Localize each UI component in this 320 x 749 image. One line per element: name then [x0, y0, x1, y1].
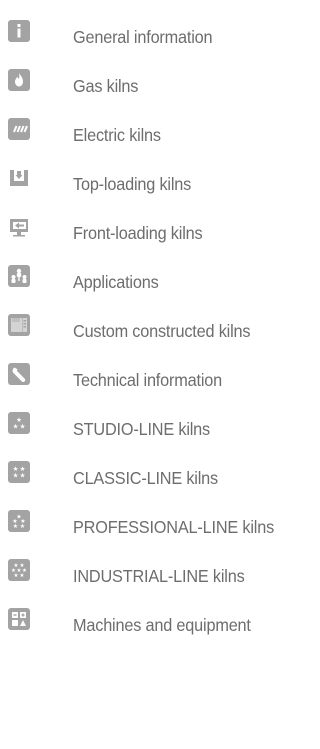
stars-icon: ★ ★ ★	[8, 412, 30, 434]
menu-item-label: CLASSIC-LINE kilns	[73, 468, 218, 488]
menu-item-professional-line-kilns[interactable]: ★ ★ ★ ★ ★ PROFESSIONAL-LINE kilns	[0, 510, 299, 550]
front-loading-icon	[8, 216, 30, 238]
menu-item-label: Technical information	[73, 370, 222, 390]
kiln-category-menu: General information Gas kilns Electric k…	[0, 0, 299, 749]
menu-item-label: Top-loading kilns	[73, 174, 192, 194]
menu-item-label: Front-loading kilns	[73, 223, 203, 243]
svg-text:★: ★	[13, 472, 19, 480]
menu-item-label: Custom constructed kilns	[73, 321, 251, 341]
machines-icon	[8, 608, 30, 630]
menu-item-applications[interactable]: Applications	[0, 265, 299, 305]
menu-item-top-loading-kilns[interactable]: Top-loading kilns	[0, 167, 299, 207]
stars-icon: ★ ★ ★ ★ ★	[8, 510, 30, 532]
custom-kiln-icon	[8, 314, 30, 336]
svg-text:★: ★	[14, 573, 19, 579]
menu-item-label: Gas kilns	[73, 76, 139, 96]
stars-icon: ★ ★ ★ ★	[8, 461, 30, 483]
svg-text:★: ★	[20, 472, 26, 480]
menu-item-studio-line-kilns[interactable]: ★ ★ ★ STUDIO-LINE kilns	[0, 412, 299, 452]
menu-item-gas-kilns[interactable]: Gas kilns	[0, 69, 299, 109]
menu-item-front-loading-kilns[interactable]: Front-loading kilns	[0, 216, 299, 256]
menu-item-general-information[interactable]: General information	[0, 20, 299, 60]
menu-item-label: Electric kilns	[73, 125, 161, 145]
menu-item-label: General information	[73, 27, 213, 47]
svg-text:★: ★	[13, 423, 19, 431]
top-loading-icon	[8, 167, 30, 189]
menu-item-label: PROFESSIONAL-LINE kilns	[73, 517, 275, 537]
svg-text:★: ★	[20, 423, 26, 431]
menu-item-label: STUDIO-LINE kilns	[73, 419, 211, 439]
flame-icon	[8, 69, 30, 91]
wrench-icon	[8, 363, 30, 385]
svg-text:★: ★	[13, 523, 18, 530]
info-icon	[8, 20, 30, 42]
menu-item-label: Applications	[73, 272, 159, 292]
menu-item-label: INDUSTRIAL-LINE kilns	[73, 566, 245, 586]
heating-element-icon	[8, 118, 30, 140]
menu-item-label: Machines and equipment	[73, 615, 251, 635]
menu-item-industrial-line-kilns[interactable]: ★ ★ ★ ★ ★ ★ ★ INDUSTRIAL-LINE kilns	[0, 559, 299, 599]
svg-text:★: ★	[20, 573, 25, 579]
applications-icon	[8, 265, 30, 287]
menu-item-custom-constructed-kilns[interactable]: Custom constructed kilns	[0, 314, 299, 354]
menu-item-classic-line-kilns[interactable]: ★ ★ ★ ★ CLASSIC-LINE kilns	[0, 461, 299, 501]
stars-icon: ★ ★ ★ ★ ★ ★ ★	[8, 559, 30, 581]
menu-item-electric-kilns[interactable]: Electric kilns	[0, 118, 299, 158]
menu-item-machines-and-equipment[interactable]: Machines and equipment	[0, 608, 299, 648]
menu-item-technical-information[interactable]: Technical information	[0, 363, 299, 403]
svg-text:★: ★	[20, 523, 25, 530]
